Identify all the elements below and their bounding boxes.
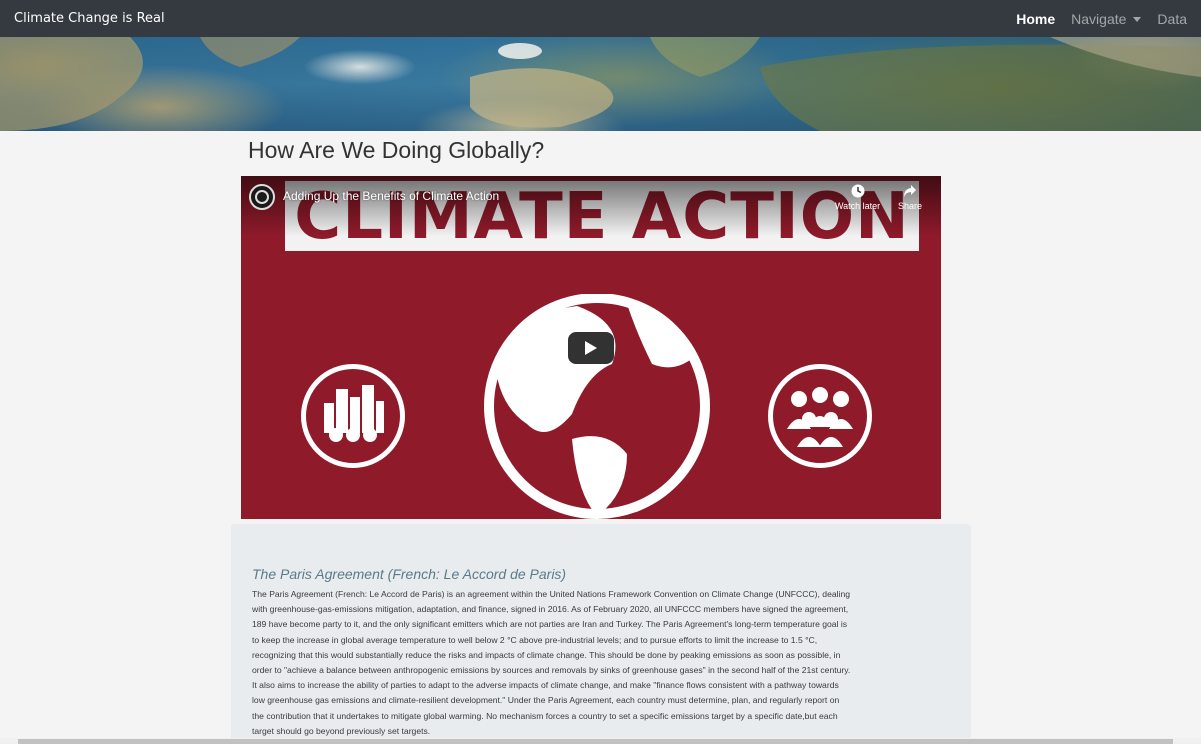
text-line: It also aims to increase the ability of … — [252, 680, 839, 691]
play-icon — [585, 341, 597, 355]
nav-links: Home Navigate Data — [1008, 11, 1187, 27]
text-line: order to "achieve a balance between anth… — [252, 665, 851, 676]
caret-down-icon — [1133, 16, 1142, 22]
navbar-brand[interactable]: Climate Change is Real — [14, 11, 165, 26]
text-line: low greenhouse gas emissions and climate… — [252, 695, 840, 706]
text-line: target should go beyond previously set t… — [252, 725, 431, 736]
share-arrow-icon — [904, 185, 917, 197]
nav-home-link[interactable]: Home — [1008, 11, 1063, 27]
share-label: Share — [898, 201, 923, 211]
channel-avatar[interactable] — [249, 184, 275, 210]
video-player[interactable]: CLIMATE ACTION — [241, 176, 941, 519]
people-icon — [768, 364, 872, 468]
globe-icon — [484, 294, 710, 519]
share-button[interactable]: Share — [898, 184, 922, 211]
text-line: the contribution that it undertakes to m… — [252, 710, 838, 721]
text-line: to keep the increase in global average t… — [252, 634, 818, 645]
city-icon — [301, 364, 405, 468]
nav-navigate-label: Navigate — [1071, 10, 1127, 27]
channel-logo-icon — [255, 190, 269, 204]
text-line: with greenhouse-gas-emissions mitigation… — [252, 604, 849, 615]
clock-icon — [851, 184, 865, 198]
paris-agreement-text: The Paris Agreement (French: Le Accord d… — [252, 587, 952, 739]
text-line: The Paris Agreement (French: Le Accord d… — [252, 589, 851, 599]
horizontal-scrollbar[interactable] — [0, 738, 1201, 744]
page-title: How Are We Doing Globally? — [248, 137, 545, 163]
earth-banner-image — [0, 37, 1201, 131]
city-skyline-icon — [324, 385, 384, 442]
scrollbar-thumb[interactable] — [18, 739, 1173, 744]
paris-agreement-card: The Paris Agreement (French: Le Accord d… — [231, 524, 971, 744]
watch-later-label: Watch later — [835, 201, 881, 211]
paris-agreement-heading: The Paris Agreement (French: Le Accord d… — [252, 566, 567, 582]
nav-data-label: Data — [1157, 10, 1187, 27]
navbar: Climate Change is Real Home Navigate Dat… — [0, 0, 1201, 37]
watch-later-button[interactable]: Watch later — [835, 184, 880, 211]
banner-shade — [0, 37, 1201, 131]
video-title[interactable]: Adding Up the Benefits of Climate Action — [283, 189, 499, 203]
text-line: 189 have become party to it, and the onl… — [252, 619, 848, 630]
text-line: recognizing that this would substantiall… — [252, 649, 841, 660]
play-button[interactable] — [568, 332, 614, 364]
crowd-icon — [787, 387, 853, 447]
nav-data-link[interactable]: Data — [1149, 11, 1187, 27]
nav-home-label: Home — [1016, 10, 1056, 27]
nav-navigate-dropdown[interactable]: Navigate — [1063, 11, 1149, 27]
